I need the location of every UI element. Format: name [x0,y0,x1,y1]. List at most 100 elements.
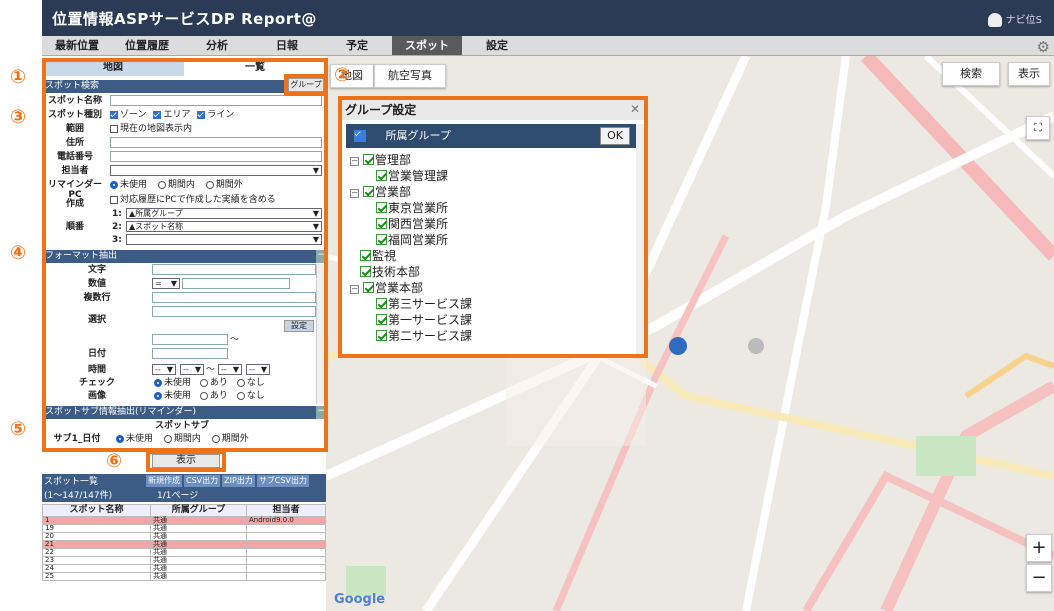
user-icon [987,13,1002,27]
cell [246,540,326,549]
collapse-icon[interactable]: − [350,157,359,166]
checkbox-icon[interactable] [376,218,387,229]
tree-item-label: 第一サービス課 [388,313,473,327]
sub-csv-export-button[interactable]: サブCSV出力 [256,475,309,487]
cell [246,548,326,557]
table-header-row: スポット名称 所属グループ 担当者 [42,504,326,517]
cell: 22 [42,548,151,557]
collapse-icon[interactable]: − [350,189,359,198]
csv-export-button[interactable]: CSV出力 [184,475,221,487]
spot-table: スポット名称 所属グループ 担当者 1 共通 Android9.0.0 19 共通 2… [42,504,326,581]
map-type-satellite[interactable]: 航空写真 [374,64,446,88]
callout-3: ③ [10,106,27,128]
tree-item-label: 技術本部 [372,265,421,279]
tree-item-label: 監視 [372,249,397,263]
nav-latest-position[interactable]: 最新位置 [42,36,112,55]
new-button[interactable]: 新規作成 [146,475,182,487]
table-row[interactable]: 25 共通 [42,572,326,581]
checkbox-icon[interactable] [363,154,374,165]
zoom-out-icon: − [1031,567,1047,588]
nav-position-history[interactable]: 位置履歴 [112,36,182,55]
tree-item[interactable]: 第三サービス課 [376,296,472,312]
nav-schedule[interactable]: 予定 [322,36,392,55]
nav-settings[interactable]: 設定 [462,36,532,55]
user-menu[interactable]: ナビ位S [987,11,1042,27]
map-search-button[interactable]: 検索 [942,62,1000,86]
table-row[interactable]: 20 共通 [42,532,326,541]
nav-daily-report[interactable]: 日報 [252,36,322,55]
table-row[interactable]: 19 共通 [42,524,326,533]
tree-item[interactable]: 営業管理課 [376,168,448,184]
spot-list-actions: 新規作成 CSV出力 ZIP出力 サブCSV出力 [146,475,309,487]
highlight-group-button [284,74,328,96]
checkbox-icon[interactable] [376,202,387,213]
tree-item-label: 管理部 [375,153,412,167]
checkbox-icon[interactable] [376,314,387,325]
gear-icon[interactable]: ⚙ [1037,38,1050,56]
table-row[interactable]: 1 共通 Android9.0.0 [42,516,326,525]
dialog-header-label: 所属グループ [385,129,451,142]
tree-item-label: 営業部 [375,185,412,199]
main-nav: 最新位置 位置履歴 分析 日報 予定 スポット 設定 ⚙ [42,36,1054,56]
table-row[interactable]: 21 共通 [42,540,326,549]
checkbox-icon[interactable] [363,186,374,197]
zip-export-button[interactable]: ZIP出力 [222,475,255,487]
tree-item-label: 東京営業所 [388,201,449,215]
nav-spot[interactable]: スポット [392,36,462,55]
checkbox-icon[interactable] [376,298,387,309]
map-display-label: 表示 [1018,67,1040,80]
spot-list-page: 1/1ページ [157,491,199,501]
checkbox-icon[interactable] [376,170,387,181]
cell: 20 [42,532,151,541]
cell: 1 [42,516,151,525]
zoom-in-button[interactable]: + [1026,534,1052,562]
app-title: 位置情報ASPサービスDP Report@ [52,10,317,28]
cell [246,564,326,573]
fullscreen-icon[interactable]: ⛶ [1026,116,1050,140]
dialog-scrollbar[interactable] [636,124,644,354]
tree-item-label: 第三サービス課 [388,297,473,311]
col-spot-name[interactable]: スポット名称 [42,504,151,517]
table-row[interactable]: 22 共通 [42,548,326,557]
dialog-title: グループ設定 [342,100,644,120]
checkbox-icon[interactable] [360,266,371,277]
tree-item[interactable]: 監視 [360,248,396,264]
table-row[interactable]: 24 共通 [42,564,326,573]
close-icon[interactable]: ✕ [630,102,640,116]
checkbox-icon[interactable] [376,234,387,245]
zoom-out-button[interactable]: − [1026,564,1052,592]
tree-item[interactable]: 技術本部 [360,264,420,280]
tree-item[interactable]: − 営業部 [350,184,411,200]
tree-item[interactable]: 福岡営業所 [376,232,448,248]
checkbox-icon[interactable] [363,282,374,293]
select-all-checkbox[interactable] [354,130,366,142]
table-row[interactable]: 23 共通 [42,556,326,565]
tree-item-label: 第二サービス課 [388,329,473,343]
map-type-satellite-label: 航空写真 [388,69,432,82]
cell [246,556,326,565]
callout-5: ⑤ [10,418,27,440]
checkbox-icon[interactable] [360,250,371,261]
highlight-search-panel [42,58,328,452]
col-group[interactable]: 所属グループ [150,504,247,517]
tree-item-label: 営業管理課 [388,169,449,183]
user-name: ナビ位S [1005,15,1042,26]
dialog-header: 所属グループ OK [346,124,636,148]
tree-item-label: 営業本部 [375,281,424,295]
col-owner[interactable]: 担当者 [246,504,326,517]
tree-item[interactable]: 第一サービス課 [376,312,472,328]
tree-item[interactable]: 関西営業所 [376,216,448,232]
tree-item[interactable]: 東京営業所 [376,200,448,216]
nav-analysis[interactable]: 分析 [182,36,252,55]
cell: 19 [42,524,151,533]
checkbox-icon[interactable] [376,330,387,341]
map-display-button[interactable]: 表示 [1008,62,1050,86]
ok-button[interactable]: OK [600,127,630,145]
cell [246,532,326,541]
tree-item[interactable]: 第二サービス課 [376,328,472,344]
cell: 24 [42,564,151,573]
cell: Android9.0.0 [246,516,326,525]
tree-item[interactable]: − 営業本部 [350,280,423,296]
collapse-icon[interactable]: − [350,285,359,294]
tree-item[interactable]: − 管理部 [350,152,411,168]
